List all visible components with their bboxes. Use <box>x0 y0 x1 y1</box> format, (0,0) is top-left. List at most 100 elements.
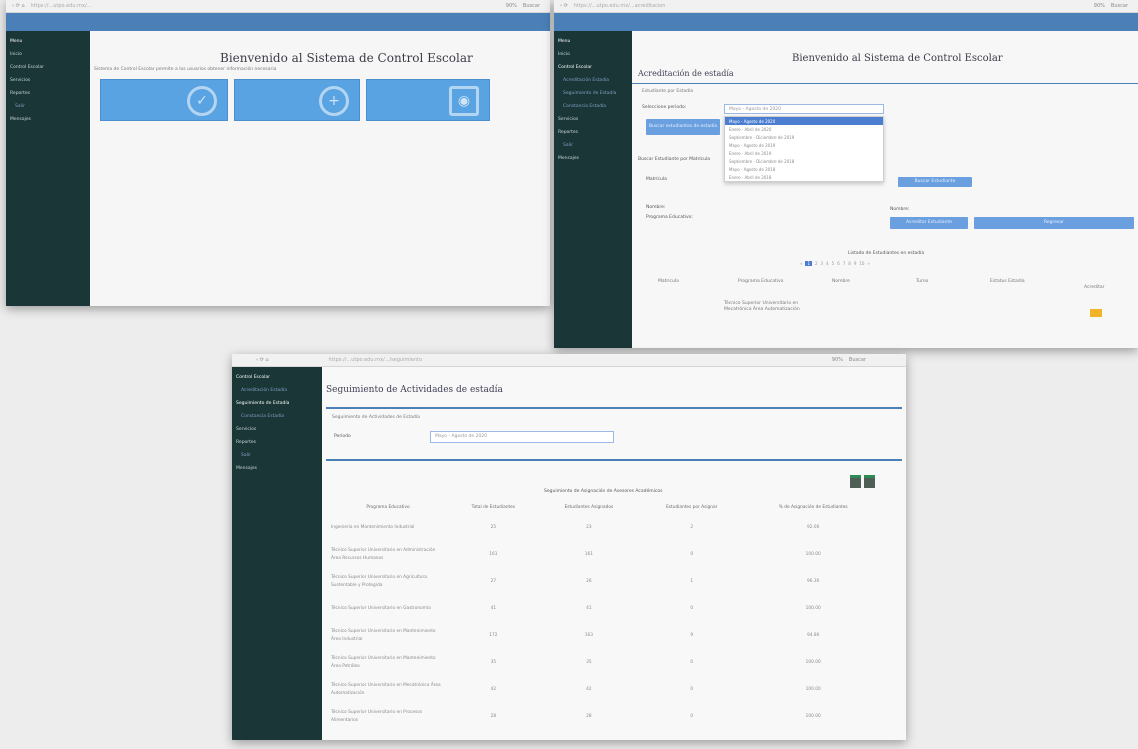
sidebar-item-servicios[interactable]: Servicios <box>6 70 90 83</box>
divider <box>632 83 1138 84</box>
table-cell: 35 <box>586 660 592 665</box>
nombre-label: Nombre: <box>890 207 910 212</box>
col-header[interactable]: Programa Educativo <box>738 279 783 284</box>
nav-icons[interactable]: ‹ ⟳ <box>560 3 568 9</box>
sidebar-item-reportes[interactable]: Reportes <box>232 432 322 445</box>
period-option[interactable]: Enero - Abril de 2018 <box>725 173 883 181</box>
section-title: Seguimiento de Actividades de Estadía <box>332 415 420 420</box>
search-student-button[interactable]: Buscar Estudiante <box>898 177 972 187</box>
nav-icons[interactable]: ‹ ⟳ ⌂ <box>12 3 25 9</box>
table-cell: 26 <box>586 579 592 584</box>
page-link[interactable]: 6 <box>837 261 840 266</box>
sidebar-item-salir[interactable]: Salir <box>6 96 90 109</box>
page-link[interactable]: 5 <box>832 261 835 266</box>
table-cell: 0 <box>690 552 694 557</box>
search-box[interactable]: Buscar <box>523 3 540 9</box>
accredit-button[interactable]: Acreditar Estudiante <box>890 217 968 229</box>
period-select[interactable]: Mayo - Agosto de 2020 <box>724 104 884 114</box>
sidebar-item-reportes[interactable]: Reportes <box>6 83 90 96</box>
sidebar-item-mensajes[interactable]: Mensajes <box>232 458 322 471</box>
matricula-label: Matrícula <box>646 177 667 182</box>
sidebar-item-acreditacion[interactable]: Acreditación Estadía <box>232 380 322 393</box>
table-row: Técnico Superior Universitario en Proces… <box>328 703 882 730</box>
page-link[interactable]: « <box>800 261 802 266</box>
search-students-button[interactable]: Buscar estudiantes de estadía <box>646 119 720 135</box>
sidebar-item-control[interactable]: Control Escolar <box>232 367 322 380</box>
address-bar[interactable]: https://...utpo.edu.mx/... <box>31 3 500 9</box>
col-header: Total de Estudiantes <box>471 505 516 510</box>
period-option[interactable]: Enero - Abril de 2019 <box>725 149 883 157</box>
period-option[interactable]: Mayo - Agosto de 2018 <box>725 165 883 173</box>
sidebar-item-servicios[interactable]: Servicios <box>554 109 632 122</box>
table-header-row: Programa Educativo Total de Estudiantes … <box>328 501 882 514</box>
page-link-active[interactable]: 1 <box>805 261 812 266</box>
table-cell: Técnico Superior Universitario en Admini… <box>331 547 436 561</box>
page-link[interactable]: 2 <box>815 261 818 266</box>
tile-search[interactable]: + <box>234 79 360 121</box>
sidebar-item-menu[interactable]: Menu <box>554 31 632 44</box>
sidebar-item-salir[interactable]: Salir <box>554 135 632 148</box>
search-box[interactable]: Buscar <box>849 357 866 363</box>
col-header[interactable]: Estatus Estadía <box>990 279 1025 284</box>
table-cell: 100.00 <box>805 660 821 665</box>
table-cell: 0 <box>690 660 694 665</box>
page-link[interactable]: 10 <box>859 261 864 266</box>
table-cell: 92.00 <box>807 525 820 530</box>
sidebar-item-seguimiento[interactable]: Seguimiento de Estadía <box>232 393 322 406</box>
sidebar-item-salir[interactable]: Salir <box>232 445 322 458</box>
col-header[interactable]: Turno <box>916 279 928 284</box>
nav-icons[interactable]: ‹ ⟳ ⌂ <box>256 357 269 363</box>
sidebar-item-constancia[interactable]: Constancia Estadía <box>554 96 632 109</box>
sidebar-item-acreditacion[interactable]: Acreditación Estadía <box>554 70 632 83</box>
table-cell: Técnico Superior Universitario en Proces… <box>331 709 423 723</box>
sidebar-item-inicio[interactable]: Inicio <box>554 44 632 57</box>
page-link[interactable]: 4 <box>826 261 829 266</box>
sidebar-item-seguimiento[interactable]: Seguimiento de Estadía <box>554 83 632 96</box>
page-link[interactable]: 3 <box>821 261 824 266</box>
page-link[interactable]: 9 <box>854 261 857 266</box>
search-box[interactable]: Buscar <box>1111 3 1128 9</box>
divider <box>326 407 902 409</box>
sidebar-item-constancia[interactable]: Constancia Estadía <box>232 406 322 419</box>
period-option[interactable]: Septiembre - Diciembre de 2018 <box>725 157 883 165</box>
table-row: Técnico Superior Universitario en Gastro… <box>328 595 882 622</box>
page-link[interactable]: 7 <box>843 261 846 266</box>
page-header-title: Bienvenido al Sistema de Control Escolar <box>792 53 1003 64</box>
sidebar-item-reportes[interactable]: Reportes <box>554 122 632 135</box>
main-content: Bienvenido al Sistema de Control Escolar… <box>90 31 550 306</box>
period-option[interactable]: Mayo - Agosto de 2020 <box>725 117 883 125</box>
excel-export-icon[interactable] <box>850 475 861 488</box>
page-title: Bienvenido al Sistema de Control Escolar <box>220 51 473 65</box>
tile-check[interactable]: ✓ <box>100 79 228 121</box>
tile-user[interactable]: ◉ <box>366 79 490 121</box>
period-select[interactable]: Mayo - Agosto de 2020 <box>430 431 614 443</box>
sidebar-item-servicios[interactable]: Servicios <box>232 419 322 432</box>
back-button[interactable]: Regresar <box>974 217 1134 229</box>
period-options[interactable]: Mayo - Agosto de 2020 Enero - Abril de 2… <box>724 116 884 182</box>
divider <box>326 459 902 461</box>
accredit-row-button[interactable] <box>1090 309 1102 317</box>
address-bar[interactable]: https://...utpo.edu.mx/.../seguimiento <box>329 357 826 363</box>
check-icon: ✓ <box>187 86 217 116</box>
sidebar-item-menu[interactable]: Menu <box>6 31 90 44</box>
table-row: Ingeniería en Mantenimiento Industrial 25… <box>328 514 882 541</box>
sidebar-item-mensajes[interactable]: Mensajes <box>6 109 90 122</box>
table-row: Técnico Superior Universitario en Admini… <box>328 541 882 568</box>
search-label: Buscar Estudiante por Matrícula <box>638 157 711 162</box>
section-title: Estudiante por Estadía <box>642 89 693 94</box>
table-cell: 163 <box>584 633 593 638</box>
address-bar[interactable]: https://...utpo.edu.mx/...acreditacion <box>574 3 1088 9</box>
excel-export-icon[interactable] <box>864 475 875 488</box>
period-option[interactable]: Mayo - Agosto de 2019 <box>725 141 883 149</box>
sidebar-item-inicio[interactable]: Inicio <box>6 44 90 57</box>
col-header[interactable]: Matrícula <box>658 279 679 284</box>
period-option[interactable]: Septiembre - Diciembre de 2019 <box>725 133 883 141</box>
period-option[interactable]: Enero - Abril de 2020 <box>725 125 883 133</box>
sidebar-item-control[interactable]: Control Escolar <box>554 57 632 70</box>
page-link[interactable]: 8 <box>848 261 851 266</box>
page-link[interactable]: » <box>867 261 869 266</box>
programa-label: Programa Educativo: <box>646 215 693 220</box>
sidebar-item-control[interactable]: Control Escolar <box>6 57 90 70</box>
col-header[interactable]: Nombre <box>832 279 850 284</box>
sidebar-item-mensajes[interactable]: Mensajes <box>554 148 632 161</box>
